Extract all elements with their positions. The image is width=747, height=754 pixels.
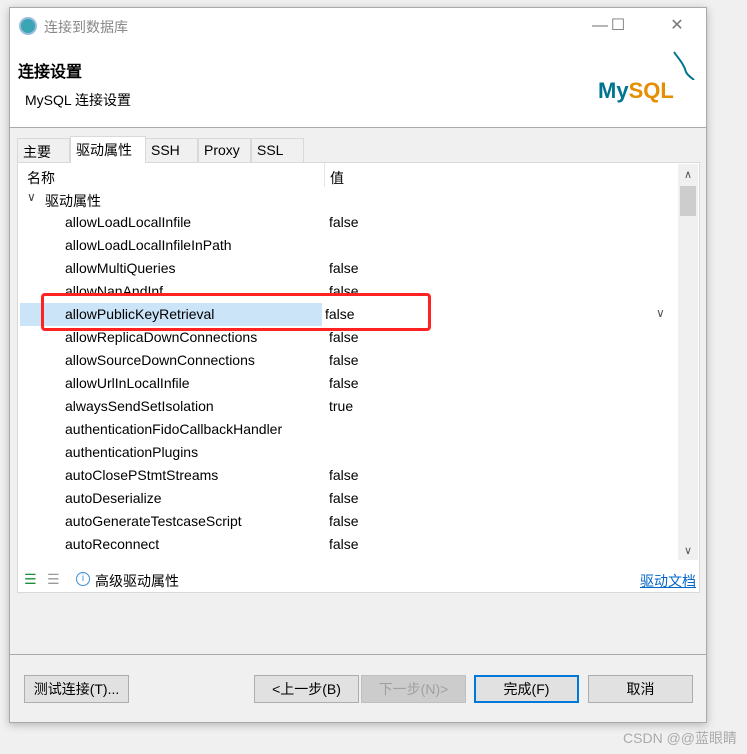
- property-row[interactable]: autoGenerateTestcaseScript false: [18, 510, 678, 533]
- property-row[interactable]: autoClosePStmtStreams false: [18, 464, 678, 487]
- property-row[interactable]: authenticationFidoCallbackHandler: [18, 418, 678, 441]
- wizard-header: 连接设置 MySQL 连接设置 MySQL: [10, 44, 706, 128]
- property-name: autoClosePStmtStreams: [65, 467, 219, 483]
- column-name[interactable]: 名称: [27, 168, 55, 188]
- property-value[interactable]: false: [329, 513, 359, 529]
- title-bar: 连接到数据库 — ☐ ✕: [10, 8, 706, 44]
- property-row[interactable]: allowMultiQueries false: [18, 257, 678, 280]
- group-row[interactable]: ∨ 驱动属性: [18, 188, 678, 211]
- property-row[interactable]: allowLoadLocalInfile false: [18, 211, 678, 234]
- dbeaver-icon: [19, 17, 37, 35]
- driver-docs-link[interactable]: 驱动文档: [640, 571, 696, 591]
- property-name: alwaysSendSetIsolation: [65, 398, 214, 414]
- page-subtitle: MySQL 连接设置: [25, 92, 132, 108]
- cancel-button[interactable]: 取消: [588, 675, 693, 703]
- tab-driver-properties[interactable]: 驱动属性: [70, 136, 146, 163]
- property-tree: ∨ 驱动属性 allowLoadLocalInfile false allowLoa…: [18, 188, 678, 568]
- property-name: autoGenerateTestcaseScript: [65, 513, 242, 529]
- property-row[interactable]: allowUrlInLocalInfile false: [18, 372, 678, 395]
- property-name: allowReplicaDownConnections: [65, 329, 258, 345]
- property-name: authenticationFidoCallbackHandler: [65, 421, 283, 437]
- property-value[interactable]: false: [329, 375, 359, 391]
- scroll-up-icon[interactable]: ∧: [678, 168, 698, 181]
- property-name: allowSourceDownConnections: [65, 352, 255, 368]
- property-row[interactable]: autoReconnect false: [18, 533, 678, 556]
- maximize-button[interactable]: ☐: [603, 14, 633, 38]
- connect-dialog: 连接到数据库 — ☐ ✕ 连接设置 MySQL 连接设置 MySQL 主要 驱动…: [9, 7, 707, 723]
- property-name: allowLoadLocalInfile: [65, 214, 192, 230]
- tab-proxy[interactable]: Proxy: [198, 138, 251, 162]
- property-name: authenticationPlugins: [65, 444, 199, 460]
- property-name: allowUrlInLocalInfile: [65, 375, 190, 391]
- mysql-logo: MySQL: [596, 50, 696, 110]
- property-value[interactable]: true: [329, 398, 353, 414]
- advanced-properties-label: 高级驱动属性: [95, 573, 179, 589]
- page-title: 连接设置: [18, 64, 83, 81]
- next-button[interactable]: 下一步(N)>: [361, 675, 466, 703]
- driver-properties-panel: 名称 值 ∨ 驱动属性 allowLoadLocalInfile false all…: [17, 162, 700, 593]
- properties-toolbar: ☰ ☰ i 高级驱动属性 驱动文档: [18, 568, 698, 592]
- property-value[interactable]: false: [329, 536, 359, 552]
- window-title: 连接到数据库: [44, 19, 128, 35]
- column-value[interactable]: 值: [330, 168, 344, 188]
- property-value[interactable]: false: [329, 490, 359, 506]
- highlight-annotation: [41, 293, 431, 331]
- add-property-icon[interactable]: ☰: [24, 571, 37, 588]
- property-value[interactable]: false: [329, 260, 359, 276]
- property-row[interactable]: alwaysSendSetIsolation true: [18, 395, 678, 418]
- property-row[interactable]: allowLoadLocalInfileInPath: [18, 234, 678, 257]
- property-value[interactable]: false: [329, 352, 359, 368]
- vertical-scrollbar[interactable]: ∧ ∨: [678, 164, 698, 560]
- tab-ssl[interactable]: SSL: [251, 138, 304, 162]
- property-value[interactable]: false: [329, 467, 359, 483]
- property-value[interactable]: false: [329, 329, 359, 345]
- dropdown-chevron-icon[interactable]: ∨: [656, 306, 665, 320]
- property-row[interactable]: allowSourceDownConnections false: [18, 349, 678, 372]
- property-name: allowMultiQueries: [65, 260, 176, 276]
- property-name: autoReconnect: [65, 536, 160, 552]
- close-button[interactable]: ✕: [662, 14, 692, 38]
- property-name: allowLoadLocalInfileInPath: [65, 237, 232, 253]
- table-header: 名称 值: [18, 163, 678, 187]
- watermark: CSDN @@蓝眼睛: [623, 730, 737, 746]
- scroll-down-icon[interactable]: ∨: [678, 544, 698, 557]
- property-row[interactable]: authenticationPlugins: [18, 441, 678, 464]
- property-row[interactable]: autoDeserialize false: [18, 487, 678, 510]
- tab-ssh[interactable]: SSH: [145, 138, 198, 162]
- chevron-down-icon[interactable]: ∨: [27, 190, 36, 204]
- finish-button[interactable]: 完成(F): [474, 675, 579, 703]
- info-icon: i: [76, 572, 90, 586]
- tab-main[interactable]: 主要: [17, 138, 70, 162]
- scroll-thumb[interactable]: [680, 186, 696, 216]
- property-value[interactable]: false: [329, 214, 359, 230]
- footer-divider: [10, 654, 706, 655]
- property-name: autoDeserialize: [65, 490, 162, 506]
- remove-property-icon[interactable]: ☰: [47, 571, 60, 588]
- back-button[interactable]: <上一步(B): [254, 675, 359, 703]
- test-connection-button[interactable]: 测试连接(T)...: [24, 675, 129, 703]
